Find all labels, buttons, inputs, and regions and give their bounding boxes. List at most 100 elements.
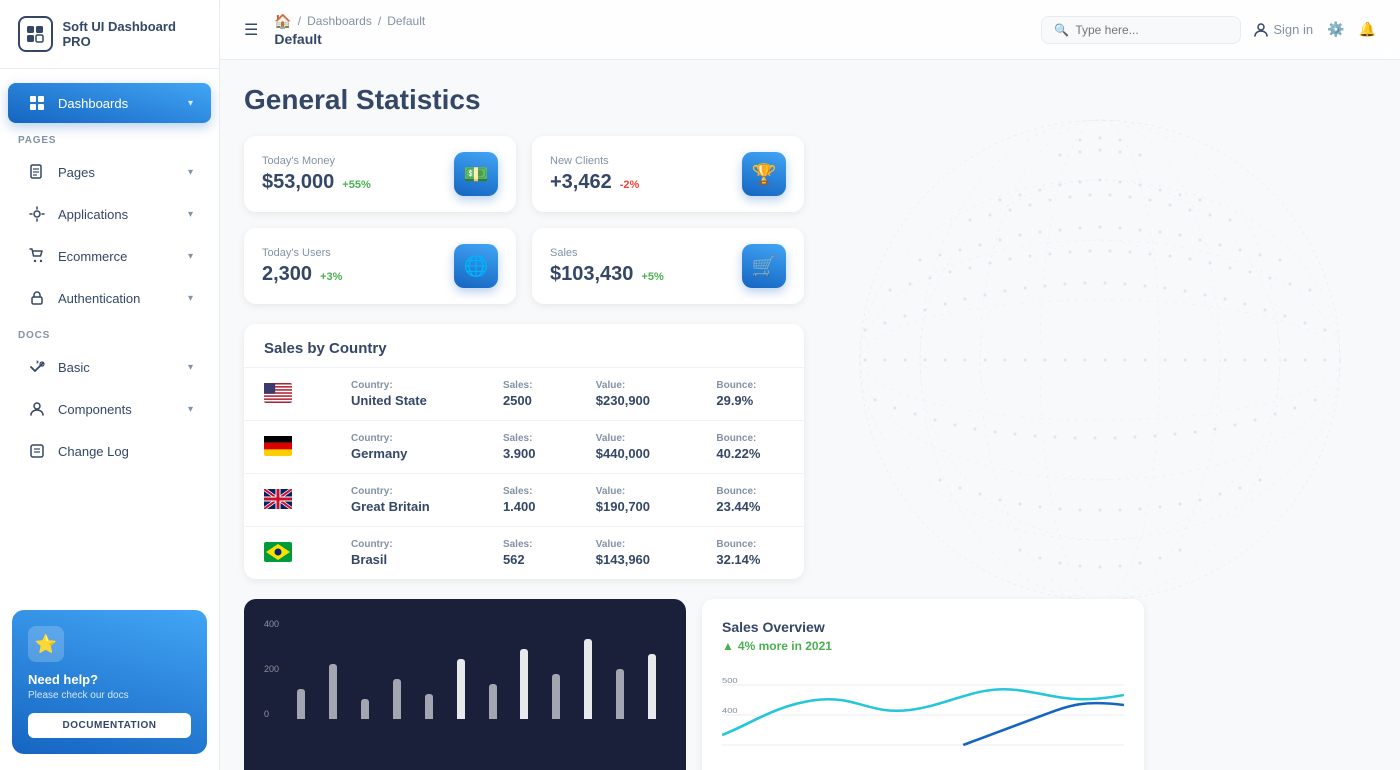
stat-sales-icon: 🛒	[742, 244, 786, 288]
bar	[552, 674, 560, 719]
bar	[616, 669, 624, 719]
table-row: Country: Germany Sales: 3.900 Value: $44…	[244, 421, 804, 474]
bar-group	[574, 639, 602, 719]
topbar-right: 🔍 Sign in ⚙️ 🔔	[1041, 16, 1376, 44]
bar-chart-y-labels: 400 200 0	[264, 619, 279, 719]
pages-section-label: PAGES	[0, 125, 219, 150]
stats-grid: Today's Money $53,000 +55% 💵 New Clients…	[244, 136, 804, 304]
stat-clients-value: +3,462	[550, 171, 612, 194]
gb-flag-icon	[264, 489, 292, 509]
sales-by-country-card: Sales by Country	[244, 324, 804, 579]
sidebar-item-applications[interactable]: Applications ▾	[8, 194, 211, 234]
home-icon[interactable]: 🏠	[274, 13, 291, 30]
documentation-button[interactable]: DOCUMENTATION	[28, 713, 191, 738]
help-subtitle: Please check our docs	[28, 690, 191, 701]
bar	[425, 694, 433, 719]
stat-money-label: Today's Money	[262, 155, 371, 167]
sidebar-item-ecommerce-label: Ecommerce	[58, 249, 178, 264]
authentication-icon	[26, 287, 48, 309]
bounce-cell-br: Bounce: 32.14%	[696, 527, 804, 580]
sales-overview-title: Sales Overview	[722, 619, 1124, 635]
bar	[520, 649, 528, 719]
basic-icon	[26, 356, 48, 378]
stat-users-change: +3%	[320, 271, 342, 283]
breadcrumb-dashboards[interactable]: Dashboards	[307, 14, 372, 28]
stat-sales-info: Sales $103,430 +5%	[550, 247, 664, 286]
sidebar-item-changelog[interactable]: Change Log	[8, 431, 211, 471]
stat-money-change: +55%	[342, 179, 370, 191]
sidebar-nav: Dashboards ▾ PAGES Pages ▾ Applications …	[0, 69, 219, 600]
sidebar-item-pages-label: Pages	[58, 165, 178, 180]
bar-group	[638, 654, 666, 719]
sidebar-item-pages[interactable]: Pages ▾	[8, 152, 211, 192]
stat-clients-change: -2%	[620, 179, 640, 191]
sidebar-item-authentication-label: Authentication	[58, 291, 178, 306]
notification-icon[interactable]: 🔔	[1359, 21, 1376, 38]
sidebar-item-components-label: Components	[58, 402, 178, 417]
bar-group	[383, 679, 411, 719]
sidebar: Soft UI Dashboard PRO Dashboards ▾ PAGES…	[0, 0, 220, 770]
svg-text:400: 400	[722, 707, 738, 715]
components-chevron-icon: ▾	[188, 404, 193, 415]
sales-overview-card: Sales Overview ▲ 4% more in 2021 500 400	[702, 599, 1144, 770]
flag-cell-gb	[244, 474, 331, 527]
bar-group	[510, 649, 538, 719]
ecommerce-icon	[26, 245, 48, 267]
trending-up-icon: ▲	[722, 639, 734, 653]
dashboards-icon	[26, 92, 48, 114]
content-area: // Just place dots in a circle pattern	[220, 60, 1400, 770]
stat-card-sales: Sales $103,430 +5% 🛒	[532, 228, 804, 304]
stat-money-value: $53,000	[262, 171, 334, 194]
country-cell-us: Country: United State	[331, 368, 483, 421]
breadcrumb: 🏠 / Dashboards / Default Default	[274, 13, 425, 47]
sales-cell-br: Sales: 562	[483, 527, 576, 580]
stat-sales-label: Sales	[550, 247, 664, 259]
bounce-cell-de: Bounce: 40.22%	[696, 421, 804, 474]
sidebar-item-dashboards[interactable]: Dashboards ▾	[8, 83, 211, 123]
bar-chart	[287, 619, 666, 719]
de-flag-icon	[264, 436, 292, 456]
topbar: ☰ 🏠 / Dashboards / Default Default 🔍	[220, 0, 1400, 60]
bar-group	[415, 694, 443, 719]
stat-users-info: Today's Users 2,300 +3%	[262, 247, 342, 286]
changelog-icon	[26, 440, 48, 462]
topbar-actions: Sign in ⚙️ 🔔	[1253, 21, 1376, 38]
search-input[interactable]	[1075, 23, 1228, 37]
bar	[329, 664, 337, 719]
authentication-chevron-icon: ▾	[188, 293, 193, 304]
docs-section-label: DOCS	[0, 320, 219, 345]
country-cell-de: Country: Germany	[331, 421, 483, 474]
stat-sales-value: $103,430	[550, 263, 633, 286]
stat-users-icon: 🌐	[454, 244, 498, 288]
sidebar-item-components[interactable]: Components ▾	[8, 389, 211, 429]
user-icon[interactable]: Sign in	[1253, 22, 1313, 38]
bar	[393, 679, 401, 719]
globe-decoration: // Just place dots in a circle pattern	[800, 60, 1400, 660]
bar	[297, 689, 305, 719]
signin-label: Sign in	[1273, 22, 1313, 37]
bar	[489, 684, 497, 719]
help-star-icon: ⭐	[28, 626, 64, 662]
stat-clients-info: New Clients +3,462 -2%	[550, 155, 639, 194]
settings-icon[interactable]: ⚙️	[1327, 21, 1344, 38]
sidebar-item-ecommerce[interactable]: Ecommerce ▾	[8, 236, 211, 276]
value-cell-br: Value: $143,960	[576, 527, 697, 580]
hamburger-icon[interactable]: ☰	[244, 20, 258, 40]
us-flag-icon	[264, 383, 292, 403]
sidebar-item-applications-label: Applications	[58, 207, 178, 222]
breadcrumb-sep2: /	[378, 14, 381, 28]
bar-group	[606, 669, 634, 719]
sidebar-item-authentication[interactable]: Authentication ▾	[8, 278, 211, 318]
line-chart-svg: 500 400	[722, 665, 1124, 755]
value-cell-gb: Value: $190,700	[576, 474, 697, 527]
search-box[interactable]: 🔍	[1041, 16, 1241, 44]
help-box: ⭐ Need help? Please check our docs DOCUM…	[12, 610, 207, 754]
main-area: ☰ 🏠 / Dashboards / Default Default 🔍	[220, 0, 1400, 770]
stat-sales-change: +5%	[641, 271, 663, 283]
pages-chevron-icon: ▾	[188, 167, 193, 178]
sidebar-item-basic[interactable]: Basic ▾	[8, 347, 211, 387]
sales-overview-subtitle: ▲ 4% more in 2021	[722, 639, 1124, 653]
country-cell-br: Country: Brasil	[331, 527, 483, 580]
stat-card-money: Today's Money $53,000 +55% 💵	[244, 136, 516, 212]
bar-group	[351, 699, 379, 719]
